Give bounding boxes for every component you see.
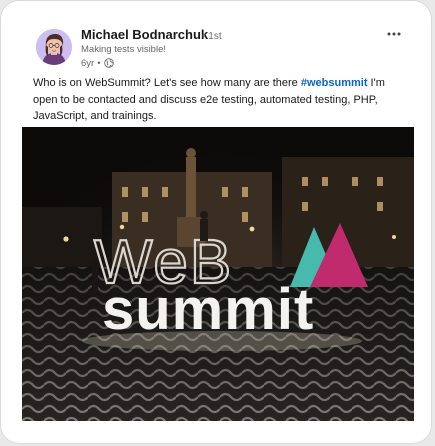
post-body-text: Who is on WebSummit? Let's see how many …: [33, 75, 403, 125]
ellipsis-icon: [387, 32, 401, 36]
avatar[interactable]: [36, 29, 72, 65]
connection-degree: • 1st: [202, 31, 222, 42]
websummit-night-photo: WeB summit: [22, 127, 414, 421]
hashtag-link[interactable]: #websummit: [301, 77, 368, 89]
meta-separator: •: [97, 57, 101, 69]
avatar-portrait-icon: [36, 29, 72, 65]
post-age: 6yr: [81, 57, 95, 69]
author-headline: Making tests visible!: [81, 44, 167, 55]
post-text-intro: Who is on WebSummit? Let's see how many …: [33, 77, 301, 89]
globe-icon: [103, 58, 114, 68]
more-options-button[interactable]: [383, 25, 405, 43]
author-name[interactable]: Michael Bodnarchuk: [81, 27, 208, 42]
connection-degree-label: 1st: [208, 31, 222, 42]
post-image[interactable]: WeB summit: [22, 127, 414, 421]
feed-post-card: Michael Bodnarchuk • 1st Making tests vi…: [1, 1, 431, 443]
post-meta: 6yr •: [81, 56, 114, 70]
